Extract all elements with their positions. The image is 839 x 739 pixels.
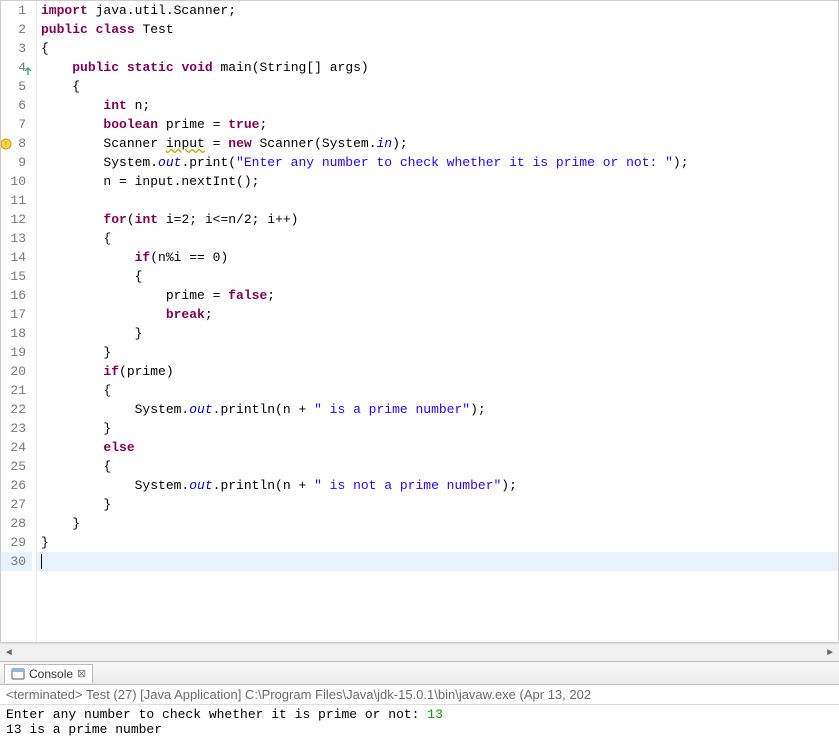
line-number: 9 bbox=[1, 153, 32, 172]
text-cursor bbox=[41, 554, 42, 569]
code-editor[interactable]: 1 2 3 4 5 6 7 ! 8 9 10 11 12 13 14 15 16… bbox=[0, 0, 839, 643]
warning-marker-icon: ! bbox=[0, 137, 11, 149]
line-number: 26 bbox=[1, 476, 32, 495]
line-number: 18 bbox=[1, 324, 32, 343]
console-tab-bar: Console ⊠ bbox=[0, 661, 839, 685]
line-number: 23 bbox=[1, 419, 32, 438]
line-number: ! 8 bbox=[1, 134, 32, 153]
line-number: 20 bbox=[1, 362, 32, 381]
scroll-right-icon[interactable]: ► bbox=[821, 644, 839, 662]
code-text-area[interactable]: import java.util.Scanner; public class T… bbox=[37, 1, 838, 642]
line-number: 16 bbox=[1, 286, 32, 305]
console-icon bbox=[11, 667, 25, 681]
line-number: 11 bbox=[1, 191, 32, 210]
line-number: 6 bbox=[1, 96, 32, 115]
console-tab[interactable]: Console ⊠ bbox=[4, 664, 93, 683]
line-number: 12 bbox=[1, 210, 32, 229]
line-number: 30 bbox=[1, 552, 32, 571]
line-number: 24 bbox=[1, 438, 32, 457]
line-number: 21 bbox=[1, 381, 32, 400]
console-output[interactable]: Enter any number to check whether it is … bbox=[0, 705, 839, 739]
line-number: 22 bbox=[1, 400, 32, 419]
line-number: 28 bbox=[1, 514, 32, 533]
horizontal-scrollbar[interactable]: ◄ ► bbox=[0, 643, 839, 661]
line-number: 29 bbox=[1, 533, 32, 552]
console-user-input: 13 bbox=[427, 707, 443, 722]
line-number-gutter: 1 2 3 4 5 6 7 ! 8 9 10 11 12 13 14 15 16… bbox=[1, 1, 37, 642]
console-result-text: 13 is a prime number bbox=[6, 722, 162, 737]
console-status-line: <terminated> Test (27) [Java Application… bbox=[0, 685, 839, 705]
line-number: 10 bbox=[1, 172, 32, 191]
line-number: 1 bbox=[1, 1, 32, 20]
line-number: 4 bbox=[1, 58, 32, 77]
close-tab-icon[interactable]: ⊠ bbox=[77, 667, 86, 680]
line-number: 2 bbox=[1, 20, 32, 39]
svg-text:!: ! bbox=[3, 140, 8, 150]
line-number: 7 bbox=[1, 115, 32, 134]
line-number: 5 bbox=[1, 77, 32, 96]
line-number: 19 bbox=[1, 343, 32, 362]
console-tab-label: Console bbox=[29, 667, 73, 681]
override-marker-icon bbox=[21, 63, 33, 75]
line-number: 25 bbox=[1, 457, 32, 476]
line-number: 15 bbox=[1, 267, 32, 286]
line-number: 27 bbox=[1, 495, 32, 514]
console-prompt-text: Enter any number to check whether it is … bbox=[6, 707, 427, 722]
line-number: 3 bbox=[1, 39, 32, 58]
line-number: 14 bbox=[1, 248, 32, 267]
scroll-left-icon[interactable]: ◄ bbox=[0, 644, 18, 662]
line-number: 17 bbox=[1, 305, 32, 324]
line-number: 13 bbox=[1, 229, 32, 248]
